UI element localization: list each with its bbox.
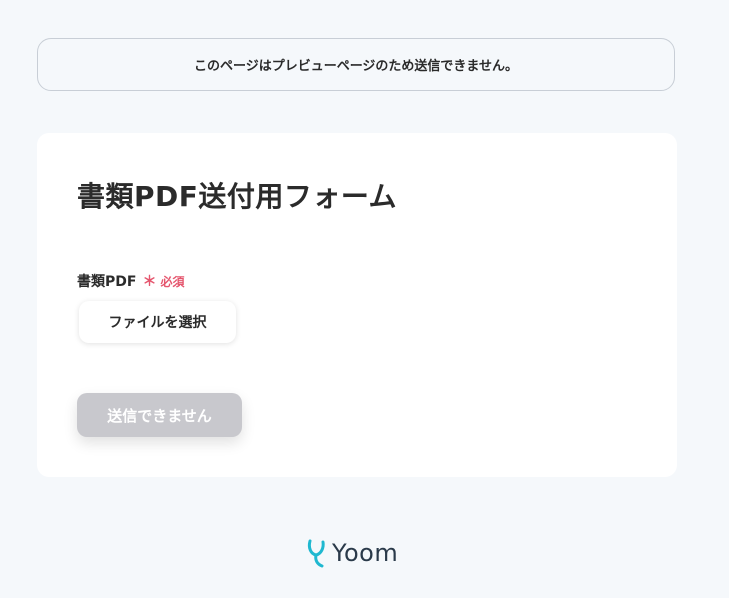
preview-notice-banner: このページはプレビューページのため送信できません。 — [37, 38, 675, 91]
footer-logo: Yoom — [306, 538, 398, 568]
pdf-field-label: 書類PDF — [77, 274, 137, 290]
required-asterisk-icon: ＊ — [142, 274, 157, 290]
yoom-logo-icon — [306, 538, 328, 568]
preview-notice-text: このページはプレビューページのため送信できません。 — [193, 59, 519, 74]
form-title: 書類PDF送付用フォーム — [77, 180, 398, 213]
choose-file-button[interactable]: ファイルを選択 — [79, 301, 236, 343]
logo-wordmark: Yoom — [332, 539, 399, 567]
required-label: 必須 — [160, 274, 185, 289]
submit-button[interactable]: 送信できません — [77, 393, 242, 437]
pdf-field-label-row: 書類PDF ＊ 必須 — [77, 271, 184, 291]
form-card: 書類PDF送付用フォーム 書類PDF ＊ 必須 ファイルを選択 送信できません — [37, 133, 677, 477]
